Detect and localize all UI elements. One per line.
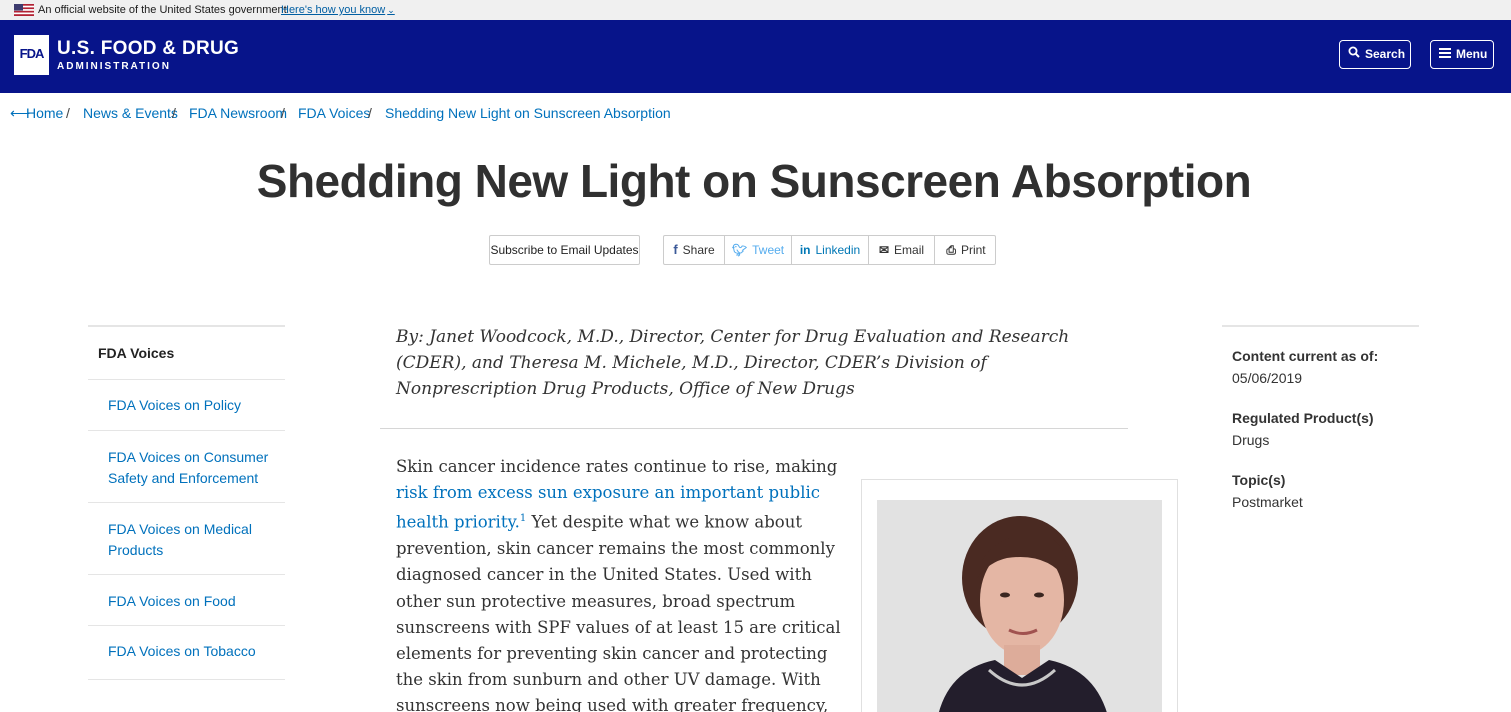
search-icon [1348,41,1362,68]
breadcrumb-current-page[interactable]: Shedding New Light on Sunscreen Absorpti… [385,105,671,121]
share-email-button[interactable]: ✉ Email [869,236,935,264]
twitter-icon: 🐦︎ [731,243,748,257]
official-website-text: An official website of the United States… [38,4,287,16]
fda-logo[interactable]: FDA [14,35,49,75]
share-email-label: Email [894,243,925,257]
breadcrumb-separator: / [66,105,70,121]
share-twitter-label: Tweet [752,243,785,257]
regulated-products-label: Regulated Product(s) [1232,410,1374,426]
nav-item-food[interactable]: FDA Voices on Food [88,574,285,625]
subscribe-email-button[interactable]: Subscribe to Email Updates [489,235,640,265]
site-header: FDA U.S. FOOD & DRUG ADMINISTRATION Sear… [0,20,1511,93]
menu-button[interactable]: Menu [1430,40,1494,69]
menu-button-label: Menu [1456,47,1488,61]
linkedin-icon: in [799,243,811,257]
how-you-know-link[interactable]: Here's how you know ⌄ [281,0,395,20]
topics-value: Postmarket [1232,494,1303,510]
search-button[interactable]: Search [1339,40,1411,69]
section-nav: FDA Voices FDA Voices on Policy FDA Voic… [88,325,285,680]
breadcrumb-separator: / [281,105,285,121]
share-toolbar: f Share 🐦︎ Tweet in Linkedin ✉ Email ⎙ Print [663,235,996,265]
share-twitter-button[interactable]: 🐦︎ Tweet [725,236,792,264]
search-button-label: Search [1365,47,1406,61]
nav-item-policy[interactable]: FDA Voices on Policy [88,379,285,430]
nav-item-tobacco[interactable]: FDA Voices on Tobacco [88,625,285,679]
nav-item-consumer-safety[interactable]: FDA Voices on Consumer Safety and Enforc… [88,430,285,502]
breadcrumb-separator: / [368,105,372,121]
breadcrumb-news-events[interactable]: News & Events [83,105,178,121]
print-button[interactable]: ⎙ Print [935,236,997,264]
content-current-date: 05/06/2019 [1232,370,1303,386]
sidebar-divider [1222,325,1419,327]
chevron-down-icon: ⌄ [387,5,395,15]
share-facebook-label: Share [682,243,715,257]
brand-name[interactable]: U.S. FOOD & DRUG [57,38,239,60]
content-current-label: Content current as of: [1232,348,1379,364]
share-linkedin-label: Linkedin [815,243,861,257]
regulated-products-value: Drugs [1232,432,1270,448]
share-linkedin-button[interactable]: in Linkedin [792,236,869,264]
paragraph-intro: Skin cancer incidence rates continue to … [396,457,838,476]
print-label: Print [960,243,986,257]
page-title: Shedding New Light on Sunscreen Absorpti… [256,155,1252,207]
section-nav-heading[interactable]: FDA Voices [98,345,174,361]
how-you-know-label: Here's how you know [281,4,386,16]
article-paragraph: Skin cancer incidence rates continue to … [396,454,846,712]
hamburger-icon [1439,41,1453,68]
topics-label: Topic(s) [1232,472,1286,488]
byline-divider [380,428,1128,429]
breadcrumb-fda-voices[interactable]: FDA Voices [298,105,370,121]
share-facebook-button[interactable]: f Share [664,236,725,264]
brand-subtitle: ADMINISTRATION [57,61,171,72]
us-flag-icon [14,4,34,16]
breadcrumb-fda-newsroom[interactable]: FDA Newsroom [189,105,287,121]
breadcrumb-separator: / [172,105,176,121]
fda-logo-text: FDA [19,46,45,61]
paragraph-rest: Yet despite what we know about preventio… [396,512,841,712]
article-byline: By: Janet Woodcock, M.D., Director, Cent… [396,327,1070,399]
envelope-icon: ✉ [878,243,890,257]
gov-banner: An official website of the United States… [0,0,1511,20]
nav-item-medical-products[interactable]: FDA Voices on Medical Products [88,502,285,574]
nav-divider [88,679,285,680]
facebook-icon: f [673,242,678,257]
breadcrumb-home[interactable]: Home [26,105,63,121]
printer-icon: ⎙ [946,243,956,257]
author-photo [877,500,1162,712]
